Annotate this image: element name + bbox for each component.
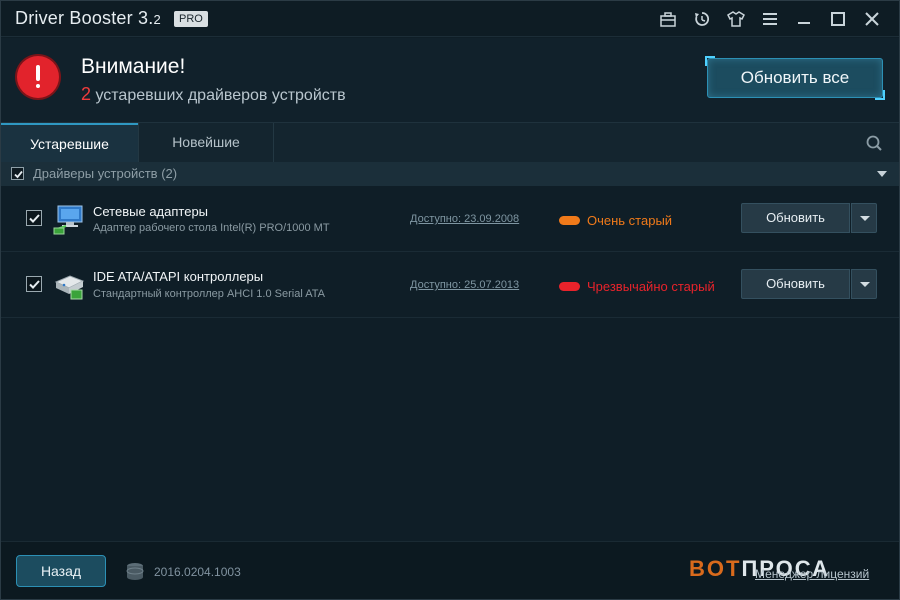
chevron-down-icon[interactable]: [877, 171, 887, 177]
close-icon[interactable]: [855, 7, 889, 31]
driver-row: IDE ATA/ATAPI контроллеры Стандартный ко…: [1, 252, 899, 318]
update-options-dropdown[interactable]: [851, 269, 877, 299]
update-all-button[interactable]: Обновить все: [705, 56, 885, 100]
back-button[interactable]: Назад: [16, 555, 106, 587]
driver-status: Чрезвычайно старый: [587, 279, 715, 294]
driver-name: IDE ATA/ATAPI контроллеры: [93, 269, 264, 284]
update-driver-button[interactable]: Обновить: [741, 203, 850, 233]
maximize-icon[interactable]: [821, 7, 855, 31]
database-icon: [126, 563, 144, 580]
alert-header: Внимание! 2 устаревших драйверов устройс…: [1, 38, 899, 122]
driver-status: Очень старый: [587, 213, 673, 228]
title-bar: Driver Booster 3.2 PRO: [1, 1, 899, 37]
driver-name: Сетевые адаптеры: [93, 204, 209, 219]
app-version: 2: [153, 12, 161, 27]
update-options-dropdown[interactable]: [851, 203, 877, 233]
driver-available-date[interactable]: Доступно: 23.09.2008: [410, 213, 519, 225]
driver-available-date[interactable]: Доступно: 25.07.2013: [410, 279, 519, 291]
footer-bar: Назад 2016.0204.1003 BOTПРОСА Менеджер л…: [1, 541, 899, 599]
driver-checkbox[interactable]: [26, 276, 42, 292]
group-label: Драйверы устройств (2): [33, 166, 178, 181]
status-indicator: [559, 282, 580, 291]
driver-row: Сетевые адаптеры Адаптер рабочего стола …: [1, 186, 899, 252]
license-manager-link[interactable]: Менеджер лицензий: [755, 567, 869, 581]
app-title: Driver Booster 3.2: [15, 8, 161, 29]
ide-controller-icon: [54, 275, 85, 300]
driver-booster-window: Driver Booster 3.2 PRO Внимание! 2 устар…: [0, 0, 900, 600]
app-title-text: Driver Booster 3.: [15, 8, 154, 28]
chevron-down-icon: [860, 282, 870, 287]
network-adapter-icon: [53, 205, 83, 235]
device-drivers-group[interactable]: Драйверы устройств (2): [1, 162, 899, 186]
update-driver-button[interactable]: Обновить: [741, 269, 850, 299]
search-icon[interactable]: [865, 134, 883, 152]
pro-badge: PRO: [174, 11, 208, 27]
exclamation-icon: [17, 56, 59, 98]
driver-checkbox[interactable]: [26, 210, 42, 226]
restore-icon[interactable]: [685, 7, 719, 31]
alert-title: Внимание!: [81, 55, 186, 78]
menu-icon[interactable]: [753, 7, 787, 31]
watermark-prefix: BOT: [689, 556, 742, 581]
tab-bar: Устаревшие Новейшие: [1, 122, 899, 163]
driver-description: Стандартный контроллер AHCI 1.0 Serial A…: [93, 288, 325, 300]
status-indicator: [559, 216, 580, 225]
outdated-count: 2: [81, 84, 92, 104]
title-bar-controls: [651, 7, 889, 31]
minimize-icon[interactable]: [787, 7, 821, 31]
tab-latest[interactable]: Новейшие: [138, 123, 274, 163]
chevron-down-icon: [860, 216, 870, 221]
tab-outdated[interactable]: Устаревшие: [1, 123, 138, 163]
alert-subtitle: 2 устаревших драйверов устройств: [81, 84, 346, 105]
group-checkbox[interactable]: [11, 167, 24, 180]
skin-icon[interactable]: [719, 7, 753, 31]
toolbox-icon[interactable]: [651, 7, 685, 31]
alert-subtitle-text: устаревших драйверов устройств: [91, 87, 346, 104]
version-number: 2016.0204.1003: [154, 565, 241, 579]
driver-description: Адаптер рабочего стола Intel(R) PRO/1000…: [93, 222, 330, 234]
